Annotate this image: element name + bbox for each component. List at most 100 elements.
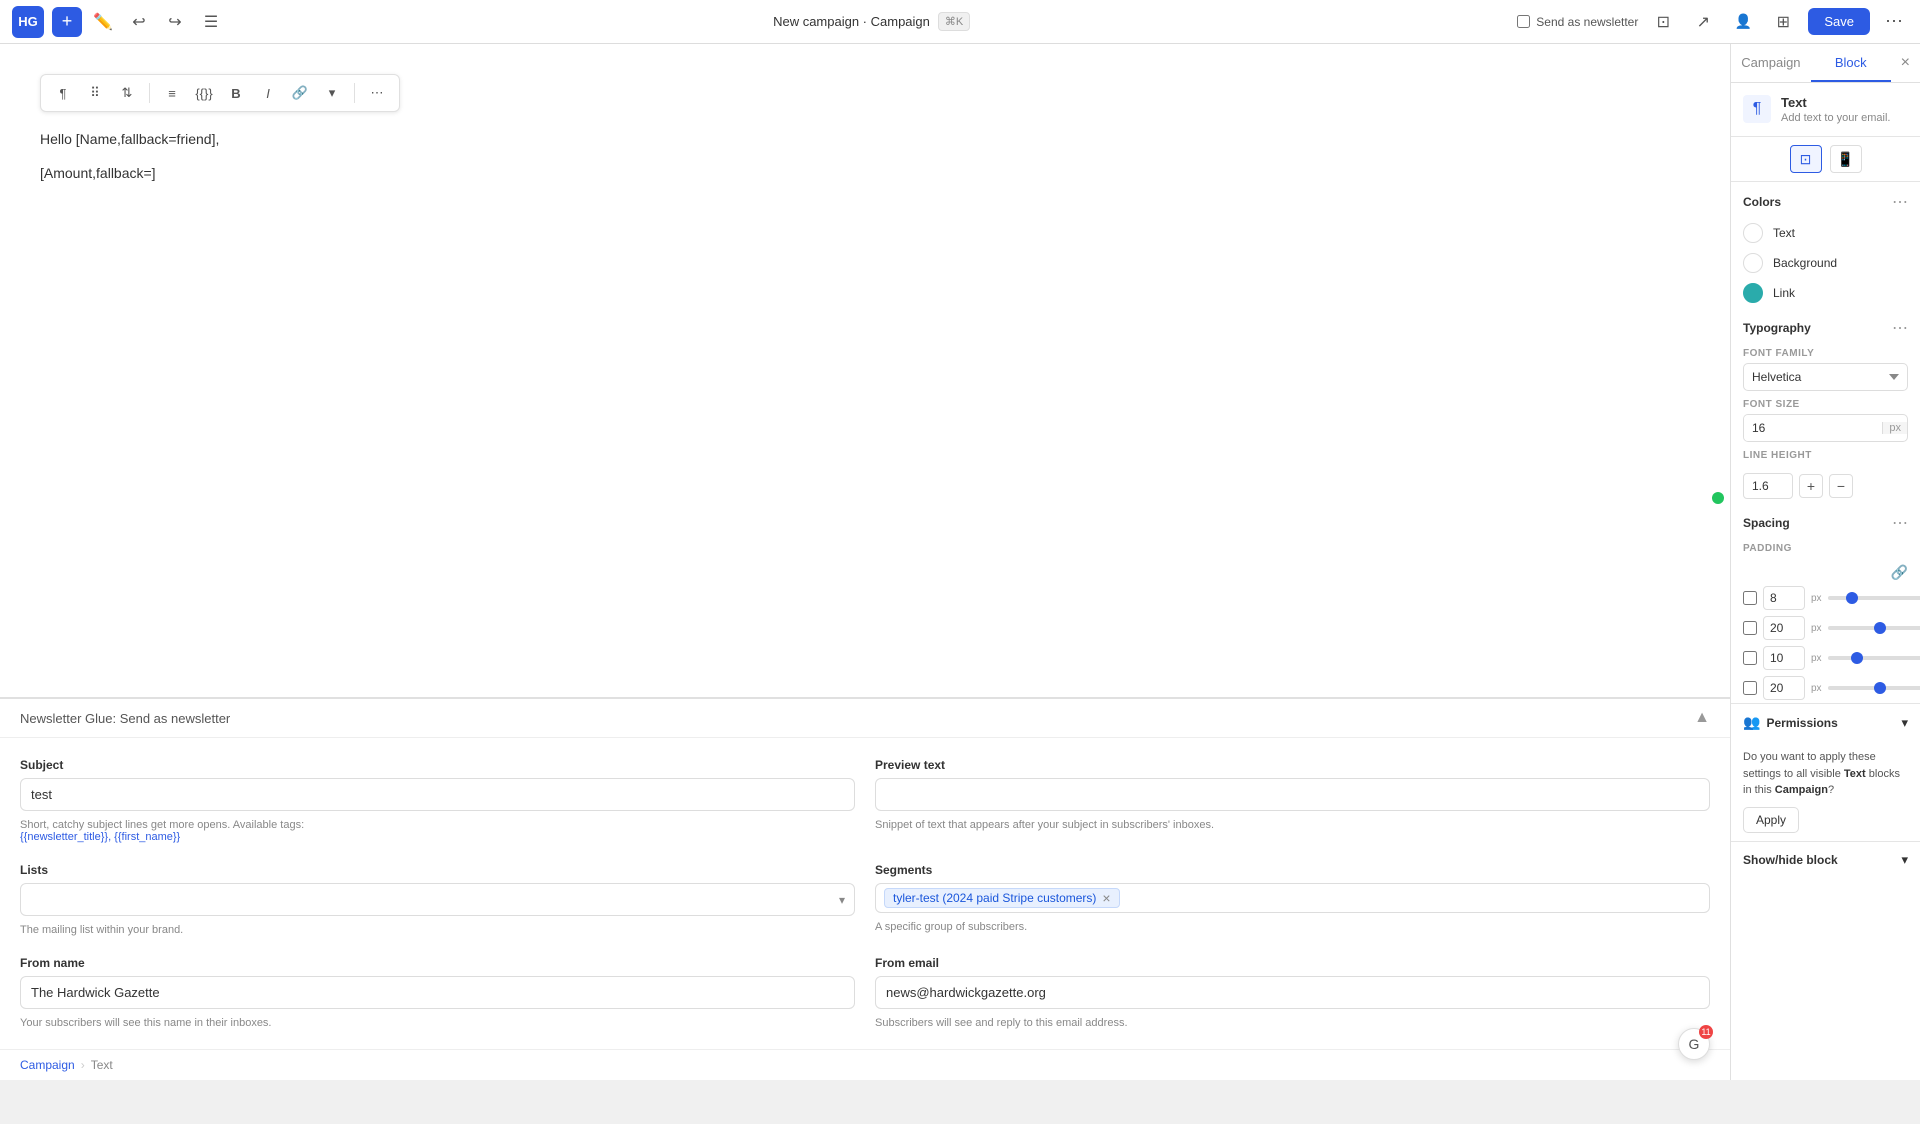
line-height-decrease[interactable]: − xyxy=(1829,474,1853,498)
font-family-select[interactable]: Helvetica xyxy=(1743,363,1908,391)
typography-title: Typography xyxy=(1743,321,1811,335)
lists-label: Lists xyxy=(20,863,855,877)
toolbar-italic[interactable]: I xyxy=(254,79,282,107)
lists-group: Lists The mailing list within your brand… xyxy=(20,863,855,936)
from-email-input[interactable] xyxy=(875,976,1710,1009)
logo: HG xyxy=(12,6,44,38)
padding-left-row: px xyxy=(1731,673,1920,703)
padding-bottom-input[interactable] xyxy=(1763,646,1805,670)
font-size-input[interactable] xyxy=(1744,415,1882,441)
line-height-increase[interactable]: + xyxy=(1799,474,1823,498)
preview-text-group: Preview text Snippet of text that appear… xyxy=(875,758,1710,843)
permissions-header[interactable]: 👥 Permissions ▾ xyxy=(1731,704,1920,741)
show-hide-header[interactable]: Show/hide block ▾ xyxy=(1731,842,1920,878)
toolbar-bold[interactable]: B xyxy=(222,79,250,107)
lists-select[interactable] xyxy=(20,883,855,916)
permissions-section: 👥 Permissions ▾ Do you want to apply the… xyxy=(1731,703,1920,841)
toolbar-link[interactable]: 🔗 xyxy=(286,79,314,107)
mobile-btn[interactable]: 📱 xyxy=(1830,145,1862,173)
toolbar-code[interactable]: {{}} xyxy=(190,79,218,107)
send-newsletter-checkbox[interactable] xyxy=(1517,15,1530,28)
toolbar-grid[interactable]: ⠿ xyxy=(81,79,109,107)
padding-right-checkbox[interactable] xyxy=(1743,621,1757,635)
padding-left-input[interactable] xyxy=(1763,676,1805,700)
campaign-title-text: New campaign · Campaign xyxy=(773,14,930,29)
preview-text-input[interactable] xyxy=(875,778,1710,811)
segments-select[interactable] xyxy=(1126,891,1701,906)
padding-top-slider[interactable] xyxy=(1828,596,1920,600)
list-button[interactable]: ☰ xyxy=(196,7,226,37)
grid-view-btn[interactable]: ⊞ xyxy=(1768,7,1798,37)
padding-right-slider[interactable] xyxy=(1828,626,1920,630)
desktop-btn[interactable]: ⊡ xyxy=(1790,145,1822,173)
save-button[interactable]: Save xyxy=(1808,8,1870,35)
external-link-btn[interactable]: ↗ xyxy=(1688,7,1718,37)
block-info: ¶ Text Add text to your email. xyxy=(1731,83,1920,137)
editor-text-content[interactable]: Hello [Name,fallback=friend], [Amount,fa… xyxy=(40,128,1690,185)
chat-widget[interactable]: G 11 xyxy=(1678,1028,1710,1060)
bottom-panel: Newsletter Glue: Send as newsletter ▲ Su… xyxy=(0,697,1730,1049)
from-name-input[interactable] xyxy=(20,976,855,1009)
from-email-group: From email Subscribers will see and repl… xyxy=(875,956,1710,1029)
add-button[interactable]: + xyxy=(52,7,82,37)
toolbar-align[interactable]: ≡ xyxy=(158,79,186,107)
colors-more-button[interactable]: ⋯ xyxy=(1892,192,1908,212)
green-dot-indicator xyxy=(1712,492,1724,504)
spacing-section-header: Spacing ⋯ xyxy=(1731,503,1920,539)
line-height-control-row: + − xyxy=(1731,469,1920,503)
redo-button[interactable]: ↪ xyxy=(160,7,190,37)
tab-block[interactable]: Block xyxy=(1811,45,1891,82)
padding-left-slider[interactable] xyxy=(1828,686,1920,690)
padding-top-checkbox[interactable] xyxy=(1743,591,1757,605)
subject-label: Subject xyxy=(20,758,855,772)
edit-button[interactable]: ✏️ xyxy=(88,7,118,37)
shortcut-badge: ⌘K xyxy=(938,12,970,31)
text-color-row: Text xyxy=(1731,218,1920,248)
block-info-text: Text Add text to your email. xyxy=(1781,95,1890,124)
collapse-button[interactable]: ▲ xyxy=(1694,709,1710,727)
close-button[interactable]: × xyxy=(1891,44,1920,82)
undo-button[interactable]: ↩ xyxy=(124,7,154,37)
toolbar-divider-1 xyxy=(149,83,150,103)
bg-color-circle[interactable] xyxy=(1743,253,1763,273)
padding-label: PADDING xyxy=(1743,543,1908,554)
toolbar-paragraph[interactable]: ¶ xyxy=(49,79,77,107)
segment-remove-button[interactable]: × xyxy=(1102,891,1110,905)
tab-campaign[interactable]: Campaign xyxy=(1731,45,1811,82)
padding-right-input[interactable] xyxy=(1763,616,1805,640)
spacing-more-button[interactable]: ⋯ xyxy=(1892,513,1908,533)
font-size-label: FONT SIZE xyxy=(1743,399,1908,410)
padding-bottom-checkbox[interactable] xyxy=(1743,651,1757,665)
link-color-circle[interactable] xyxy=(1743,283,1763,303)
chat-icon: G xyxy=(1689,1036,1700,1052)
padding-top-unit: px xyxy=(1811,593,1822,604)
user-icon-btn[interactable]: 👤 xyxy=(1728,7,1758,37)
send-newsletter-label[interactable]: Send as newsletter xyxy=(1517,15,1638,29)
toolbar-more[interactable]: ⋯ xyxy=(363,79,391,107)
padding-link-button[interactable]: 🔗 xyxy=(1891,564,1908,581)
typography-more-button[interactable]: ⋯ xyxy=(1892,318,1908,338)
editor-area[interactable]: ¶ ⠿ ⇅ ≡ {{}} B I 🔗 ▾ ⋯ Hello [Name,fallb… xyxy=(0,44,1730,697)
breadcrumb-campaign[interactable]: Campaign xyxy=(20,1058,75,1072)
padding-bottom-row: px xyxy=(1731,643,1920,673)
apply-button[interactable]: Apply xyxy=(1743,807,1799,833)
lists-select-wrapper[interactable] xyxy=(20,883,855,916)
desktop-preview-btn[interactable]: ⊡ xyxy=(1648,7,1678,37)
toolbar-chevron[interactable]: ▾ xyxy=(318,79,346,107)
spacing-title: Spacing xyxy=(1743,516,1790,530)
font-family-label: FONT FAMILY xyxy=(1743,348,1908,359)
text-color-circle[interactable] xyxy=(1743,223,1763,243)
subject-input[interactable] xyxy=(20,778,855,811)
padding-left-checkbox[interactable] xyxy=(1743,681,1757,695)
padding-bottom-slider[interactable] xyxy=(1828,656,1920,660)
subject-tag-link[interactable]: {{newsletter_title}}, {{first_name}} xyxy=(20,831,180,843)
bottom-panel-title: Newsletter Glue: Send as newsletter xyxy=(20,711,230,726)
editor-line-1[interactable]: Hello [Name,fallback=friend], xyxy=(40,128,1690,150)
editor-line-2[interactable]: [Amount,fallback=] xyxy=(40,162,1690,184)
line-height-input[interactable] xyxy=(1743,473,1793,499)
topbar: HG + ✏️ ↩ ↪ ☰ New campaign · Campaign ⌘K… xyxy=(0,0,1920,44)
padding-top-input[interactable] xyxy=(1763,586,1805,610)
toolbar-arrows[interactable]: ⇅ xyxy=(113,79,141,107)
more-options-button[interactable]: ⋯ xyxy=(1880,8,1908,36)
font-size-input-wrapper: px xyxy=(1743,414,1908,442)
